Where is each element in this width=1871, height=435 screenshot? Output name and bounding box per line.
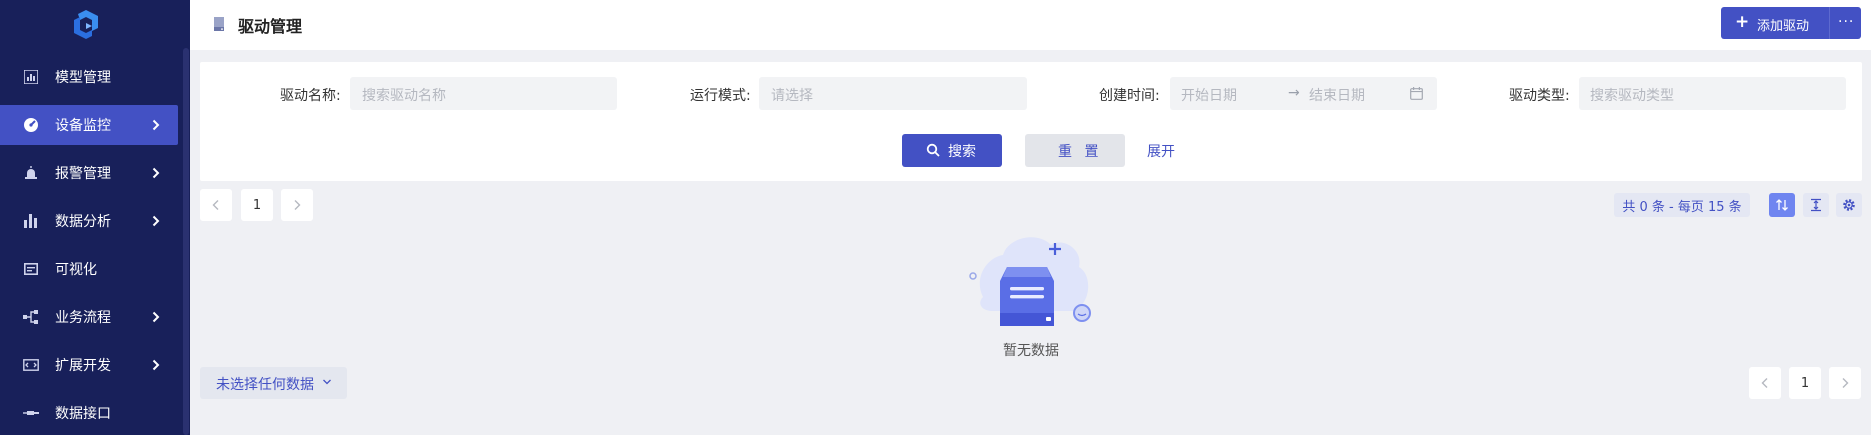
driver-type-placeholder: 搜索驱动类型 [1590, 88, 1674, 104]
driver-name-label: 驱动名称: [280, 88, 341, 104]
sidebar-item-extension-dev[interactable]: 扩展开发 [0, 345, 178, 385]
sidebar-item-label: 可视化 [55, 262, 97, 278]
driver-type-label: 驱动类型: [1509, 88, 1570, 104]
drive-icon [214, 17, 224, 31]
search-button[interactable]: 搜索 [902, 134, 1002, 167]
selection-label: 未选择任何数据 [216, 377, 314, 393]
end-date-placeholder[interactable]: 结束日期 [1309, 85, 1365, 105]
expand-link[interactable]: 展开 [1147, 141, 1175, 161]
chevron-left-icon [1761, 378, 1768, 388]
gear-icon [1843, 199, 1855, 211]
more-icon[interactable]: ··· [1838, 14, 1854, 30]
plus-icon: + [1735, 12, 1750, 32]
monitor-icon [22, 116, 40, 134]
driver-name-placeholder: 搜索驱动名称 [362, 88, 446, 104]
row-height-icon [1811, 198, 1821, 212]
run-mode-label: 运行模式: [690, 88, 751, 104]
bar-chart-icon [22, 212, 40, 230]
chevron-down-icon [323, 379, 331, 385]
search-panel: 驱动名称: 搜索驱动名称 运行模式: 请选择 创建时间: 开始日期 → 结束日期… [200, 62, 1862, 181]
driver-type-input[interactable]: 搜索驱动类型 [1579, 77, 1846, 110]
sidebar-item-business-flow[interactable]: 业务流程 [0, 297, 178, 337]
sidebar-item-label: 数据分析 [55, 214, 111, 230]
selection-dropdown[interactable]: 未选择任何数据 [200, 367, 347, 399]
prev-page-button[interactable] [1749, 367, 1781, 399]
chevron-right-icon [151, 118, 161, 132]
button-divider [1829, 7, 1830, 39]
sidebar-item-data-interface[interactable]: 数据接口 [0, 393, 178, 433]
created-time-label: 创建时间: [1099, 88, 1160, 104]
plug-icon [22, 404, 40, 422]
sidebar-item-model[interactable]: 模型管理 [0, 57, 178, 97]
sidebar-item-label: 设备监控 [55, 118, 111, 134]
range-arrow-icon: → [1288, 85, 1300, 101]
sort-button[interactable] [1769, 193, 1795, 217]
reset-button[interactable]: 重 置 [1025, 134, 1125, 167]
chevron-left-icon [212, 200, 219, 210]
sidebar-item-label: 报警管理 [55, 166, 111, 182]
sidebar: 模型管理 设备监控 报警管理 数据分析 可视化 业务流程 扩展开发 数据接口 [0, 0, 190, 435]
page-header: 驱动管理 + 添加驱动 ··· [190, 0, 1871, 50]
chevron-right-icon [151, 310, 161, 324]
flow-icon [22, 308, 40, 326]
page-number[interactable]: 1 [241, 189, 273, 221]
chevron-right-icon [151, 166, 161, 180]
add-driver-button[interactable]: + 添加驱动 ··· [1721, 7, 1861, 39]
next-page-button[interactable] [1829, 367, 1861, 399]
page-title: 驱动管理 [238, 17, 303, 36]
run-mode-select[interactable]: 请选择 [759, 77, 1027, 110]
settings-button[interactable] [1836, 193, 1862, 217]
sidebar-item-label: 扩展开发 [55, 358, 111, 374]
sidebar-item-label: 业务流程 [55, 310, 111, 326]
page-number[interactable]: 1 [1789, 367, 1821, 399]
alarm-icon [22, 164, 40, 182]
search-button-label: 搜索 [948, 144, 976, 160]
reset-button-label: 重 置 [1058, 144, 1103, 160]
code-icon [22, 356, 40, 374]
driver-name-input[interactable]: 搜索驱动名称 [350, 77, 617, 110]
row-height-button[interactable] [1803, 193, 1829, 217]
run-mode-placeholder: 请选择 [771, 88, 813, 104]
calendar-icon [1410, 87, 1423, 100]
total-count: 共 0 条 - 每页 15 条 [1614, 193, 1750, 217]
sidebar-scrollbar[interactable] [183, 48, 189, 435]
chart-icon [22, 68, 40, 86]
logo-icon [74, 10, 98, 39]
chevron-right-icon [151, 214, 161, 228]
sort-icon [1776, 199, 1788, 211]
sidebar-item-label: 数据接口 [55, 406, 111, 422]
sidebar-item-visualization[interactable]: 可视化 [0, 249, 178, 289]
screen-icon [22, 260, 40, 278]
add-driver-label: 添加驱动 [1757, 19, 1810, 34]
search-icon [926, 143, 940, 157]
chevron-right-icon [151, 358, 161, 372]
empty-box-icon [969, 237, 1091, 326]
sidebar-item-alarm[interactable]: 报警管理 [0, 153, 178, 193]
chevron-right-icon [294, 200, 301, 210]
sidebar-item-device-monitor[interactable]: 设备监控 [0, 105, 178, 145]
next-page-button[interactable] [281, 189, 313, 221]
start-date-placeholder[interactable]: 开始日期 [1181, 85, 1237, 105]
empty-text: 暂无数据 [1003, 343, 1059, 359]
chevron-right-icon [1842, 378, 1849, 388]
date-range-picker[interactable]: 开始日期 → 结束日期 [1170, 77, 1437, 110]
sidebar-item-label: 模型管理 [55, 70, 111, 86]
sidebar-item-data-analysis[interactable]: 数据分析 [0, 201, 178, 241]
prev-page-button[interactable] [200, 189, 232, 221]
